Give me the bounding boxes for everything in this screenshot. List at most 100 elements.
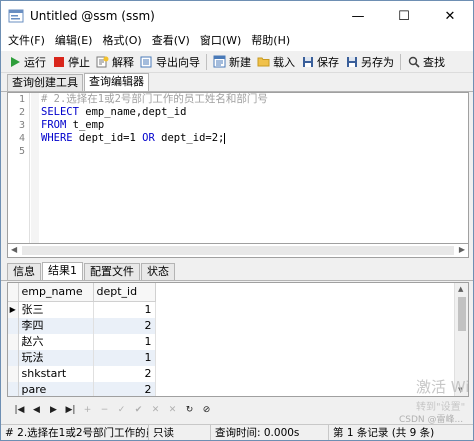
save-icon <box>301 55 314 68</box>
table-row[interactable]: shkstart 2 <box>8 365 156 382</box>
menu-edit[interactable]: 编辑(E) <box>50 31 98 51</box>
menu-help[interactable]: 帮助(H) <box>246 31 295 51</box>
cell-dept-id[interactable]: 1 <box>93 349 156 366</box>
record-navigation-bar: |◀ ◀ ▶ ▶| + − ✓ ✔ ✕ ✕ ↻ ⊘ <box>7 400 469 420</box>
menu-format[interactable]: 格式(O) <box>97 31 146 51</box>
row-indicator <box>8 317 19 334</box>
menu-window[interactable]: 窗口(W) <box>195 31 246 51</box>
cell-dept-id[interactable]: 1 <box>93 301 156 318</box>
cell-dept-id[interactable]: 1 <box>93 333 156 350</box>
scroll-left-icon[interactable]: ◀ <box>11 245 17 254</box>
cell-emp-name[interactable]: 李四 <box>18 317 94 334</box>
table-row[interactable]: pare 2 <box>8 381 156 396</box>
find-button[interactable]: 查找 <box>404 52 448 72</box>
scroll-up-icon[interactable]: ▲ <box>458 285 463 293</box>
tab-profile[interactable]: 配置文件 <box>84 263 140 280</box>
tab-query-builder[interactable]: 查询创建工具 <box>7 74 83 91</box>
line-number: 5 <box>18 146 25 157</box>
line-number: 3 <box>18 120 25 131</box>
table-row[interactable]: ▶ 张三 1 <box>8 301 156 318</box>
search-icon <box>407 55 420 68</box>
play-icon <box>8 55 21 68</box>
sql-text: t_emp <box>66 119 105 131</box>
row-indicator <box>8 365 19 382</box>
code-line-2: SELECT emp_name,dept_id <box>41 106 268 119</box>
status-readonly: 只读 <box>149 424 211 440</box>
load-button[interactable]: 载入 <box>254 52 298 72</box>
table-row[interactable]: 玩法 1 <box>8 349 156 366</box>
first-record-icon[interactable]: |◀ <box>11 402 28 418</box>
line-number: 4 <box>18 133 25 144</box>
column-header-dept-id[interactable]: dept_id <box>93 283 156 302</box>
apply-changes-icon[interactable]: ✔ <box>130 402 147 418</box>
save-as-label: 另存为 <box>361 55 394 69</box>
delete-record-icon[interactable]: − <box>96 402 113 418</box>
editor-horizontal-scrollbar[interactable]: ◀ ▶ <box>7 244 469 258</box>
result-grid[interactable]: emp_name dept_id ▶ 张三 1 李四 2 赵六 1 玩法 1 s… <box>7 282 469 397</box>
status-record-count: 第 1 条记录 (共 9 条) <box>333 426 435 439</box>
cell-emp-name[interactable]: shkstart <box>18 365 94 382</box>
export-wizard-button[interactable]: 导出向导 <box>137 52 203 72</box>
header-row: emp_name dept_id <box>8 283 156 302</box>
code-line-1: # 2.选择在1或2号部门工作的员工姓名和部门号 <box>41 93 268 106</box>
menu-view[interactable]: 查看(V) <box>147 31 195 51</box>
sql-keyword: OR <box>142 132 155 144</box>
export-icon <box>140 55 153 68</box>
fold-margin <box>31 93 39 243</box>
sql-text: dept_id=2; <box>154 132 225 144</box>
cell-emp-name[interactable]: 玩法 <box>18 349 94 366</box>
explain-button[interactable]: 解释 <box>93 52 137 72</box>
sql-editor[interactable]: 1 2 3 4 5 # 2.选择在1或2号部门工作的员工姓名和部门号 SELEC… <box>7 92 469 244</box>
explain-icon <box>96 55 109 68</box>
run-button[interactable]: 运行 <box>5 52 49 72</box>
refresh-icon[interactable]: ↻ <box>181 402 198 418</box>
scrollbar-track[interactable] <box>22 246 454 255</box>
minimize-button[interactable]: — <box>335 1 381 31</box>
table-row[interactable]: 赵六 1 <box>8 333 156 350</box>
cell-emp-name[interactable]: pare <box>18 381 94 396</box>
scrollbar-thumb[interactable] <box>458 297 466 331</box>
cell-dept-id[interactable]: 2 <box>93 317 156 334</box>
scroll-right-icon[interactable]: ▶ <box>459 245 465 254</box>
cell-emp-name[interactable]: 赵六 <box>18 333 94 350</box>
tab-status[interactable]: 状态 <box>141 263 175 280</box>
close-button[interactable]: ✕ <box>427 1 473 31</box>
cell-dept-id[interactable]: 2 <box>93 365 156 382</box>
tab-result1[interactable]: 结果1 <box>42 262 83 280</box>
row-indicator <box>8 381 19 396</box>
menu-file[interactable]: 文件(F) <box>3 31 50 51</box>
app-window: Untitled @ssm (ssm) — ☐ ✕ 文件(F) 编辑(E) 格式… <box>0 0 474 441</box>
sql-keyword: FROM <box>41 119 67 131</box>
result-table: emp_name dept_id ▶ 张三 1 李四 2 赵六 1 玩法 1 s… <box>8 283 156 396</box>
code-line-3: FROM t_emp <box>41 119 268 132</box>
load-label: 载入 <box>273 55 295 69</box>
tab-info[interactable]: 信息 <box>7 263 41 280</box>
new-button[interactable]: 新建 <box>210 52 254 72</box>
find-label: 查找 <box>423 55 445 69</box>
stop-button[interactable]: 停止 <box>49 52 93 72</box>
window-controls: — ☐ ✕ <box>335 1 473 31</box>
tab-query-editor[interactable]: 查询编辑器 <box>84 73 149 91</box>
cell-emp-name[interactable]: 张三 <box>18 301 94 318</box>
last-record-icon[interactable]: ▶| <box>62 402 79 418</box>
edit-record-icon[interactable]: ✓ <box>113 402 130 418</box>
next-record-icon[interactable]: ▶ <box>45 402 62 418</box>
column-header-emp-name[interactable]: emp_name <box>18 283 94 302</box>
window-title: Untitled @ssm (ssm) <box>30 9 155 23</box>
maximize-button[interactable]: ☐ <box>381 1 427 31</box>
prev-record-icon[interactable]: ◀ <box>28 402 45 418</box>
line-number: 2 <box>18 107 25 118</box>
table-row[interactable]: 李四 2 <box>8 317 156 334</box>
save-button[interactable]: 保存 <box>298 52 342 72</box>
cell-dept-id[interactable]: 2 <box>93 381 156 396</box>
toolbar: 运行 停止 解释 导出向导 新建 载入 保存 另存为 查找 <box>1 51 473 73</box>
editor-tabs: 查询创建工具 查询编辑器 <box>1 73 473 92</box>
add-record-icon[interactable]: + <box>79 402 96 418</box>
status-sql-text: # 2.选择在1或2号部门工作的员工 <box>1 424 149 440</box>
save-as-button[interactable]: 另存为 <box>342 52 397 72</box>
cancel-changes-icon[interactable]: ✕ <box>147 402 164 418</box>
save-label: 保存 <box>317 55 339 69</box>
halt-icon[interactable]: ⊘ <box>198 402 215 418</box>
stop-icon[interactable]: ✕ <box>164 402 181 418</box>
